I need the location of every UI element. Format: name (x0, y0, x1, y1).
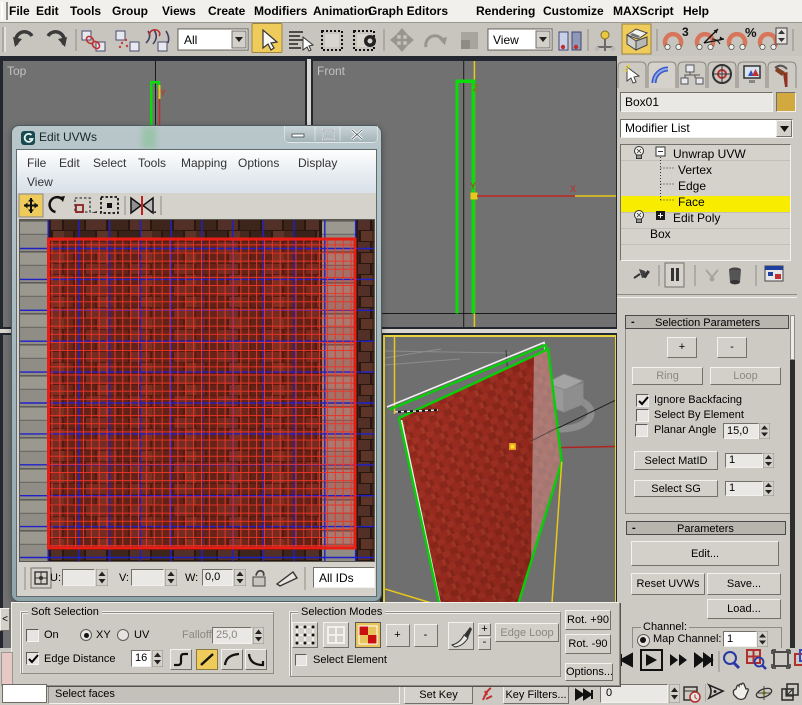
svg-text:Y: Y (470, 181, 476, 191)
svg-text:Z: Z (473, 83, 479, 93)
svg-text:All: All (184, 33, 197, 47)
svg-text:3: 3 (682, 25, 689, 39)
svg-text:View: View (493, 33, 519, 47)
svg-text:Y: Y (160, 88, 166, 98)
svg-text:%: % (745, 25, 757, 40)
svg-text:X: X (570, 184, 576, 194)
